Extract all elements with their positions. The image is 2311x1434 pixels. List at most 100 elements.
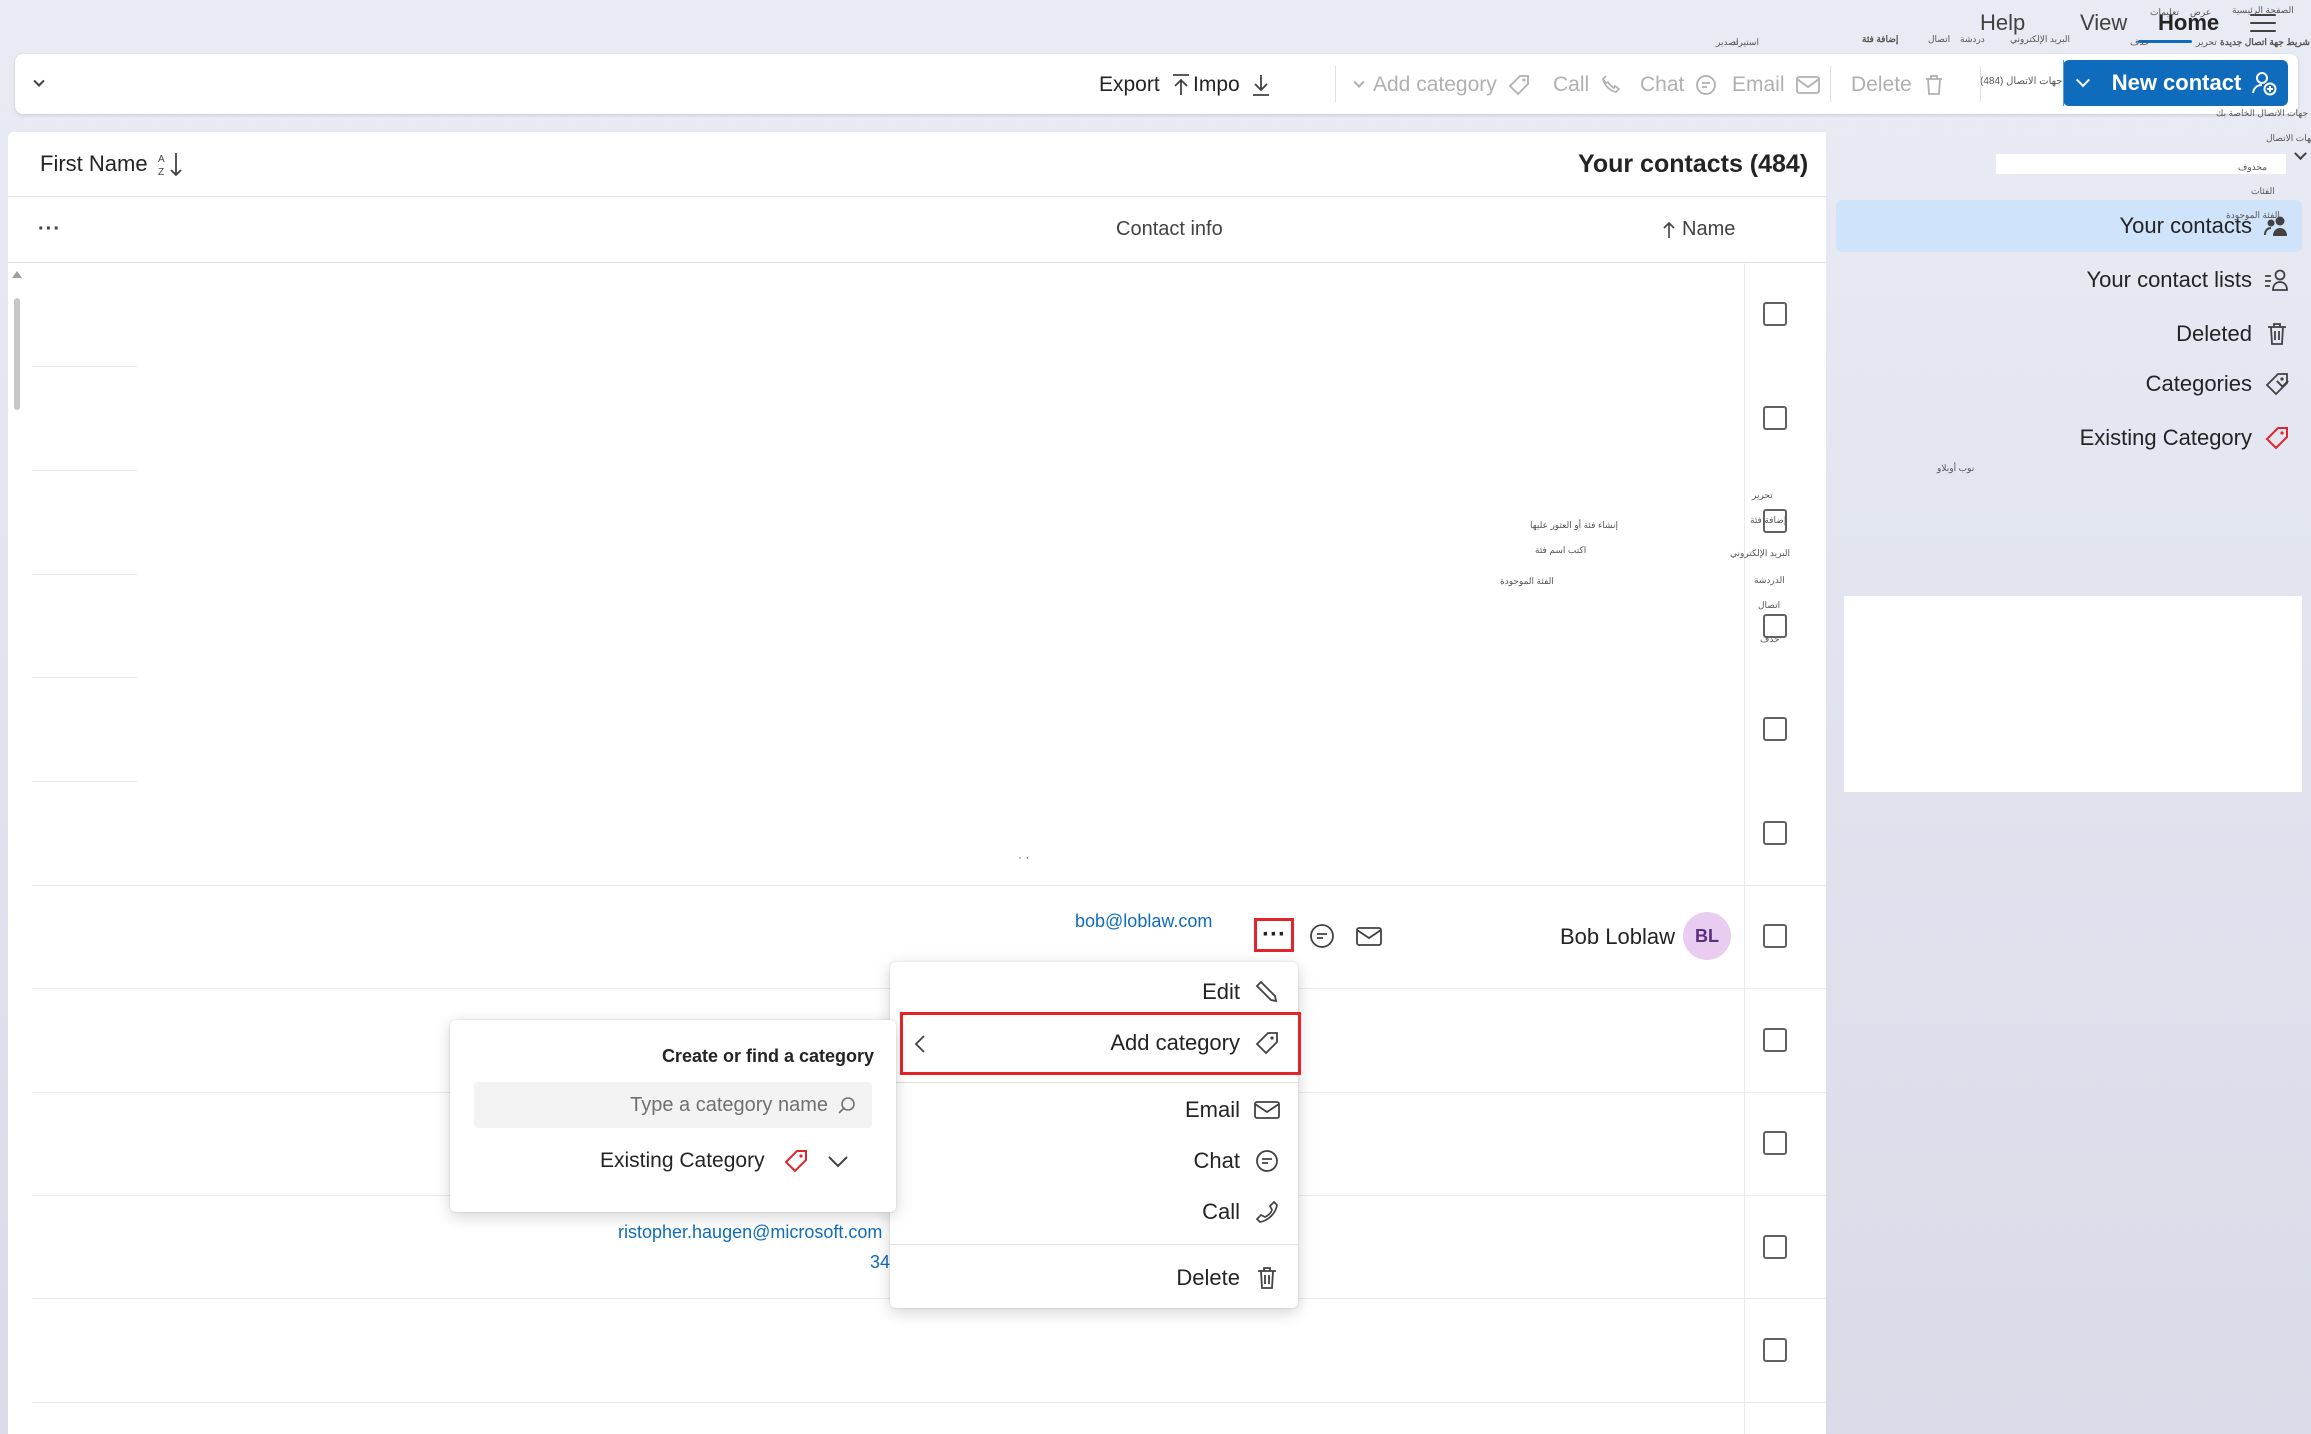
- scroll-up-arrow-icon[interactable]: [12, 271, 22, 278]
- row-checkbox[interactable]: [1763, 924, 1787, 948]
- existing-category-option[interactable]: Existing Category: [600, 1148, 849, 1174]
- arrow-up-icon: [1663, 221, 1675, 238]
- chevron-down-icon: [33, 75, 45, 87]
- contact-list-icon: [2265, 269, 2288, 291]
- category-submenu: Create or find a category Type a categor…: [450, 1020, 896, 1212]
- tab-view[interactable]: View: [2080, 10, 2127, 36]
- delete-button[interactable]: Delete: [1851, 70, 1946, 100]
- partial-number: 34: [870, 1252, 891, 1272]
- chat-button[interactable]: Chat: [1640, 70, 1718, 100]
- overlay-label: إضافة فئة: [1750, 515, 1787, 525]
- nav-item-your-contacts[interactable]: Your contacts: [1836, 200, 2302, 252]
- overlay-label: قوائم جهات الاتصال: [2266, 133, 2311, 143]
- overlay-label: اكتب اسم فئة: [1535, 545, 1587, 555]
- nav-item-existing-category[interactable]: Existing Category: [1836, 412, 2302, 464]
- row-divider: [32, 781, 137, 782]
- red-tag-icon: [784, 1150, 807, 1173]
- row-checkbox[interactable]: [1763, 1338, 1787, 1362]
- ribbon-collapse-toggle[interactable]: [33, 75, 45, 88]
- row-checkbox[interactable]: [1763, 1235, 1787, 1259]
- overlay-label: نوب أوبلاو: [1937, 463, 1975, 473]
- chat-label: Chat: [1640, 73, 1685, 96]
- menu-item-chat[interactable]: Chat: [1194, 1141, 1280, 1181]
- overlay-label: دردشة: [1960, 34, 1985, 44]
- svg-text:A: A: [158, 154, 165, 165]
- tab-help[interactable]: Help: [1980, 10, 2025, 36]
- more-options-button[interactable]: ···: [1254, 918, 1294, 952]
- overlay-label: عرض: [2190, 7, 2212, 17]
- new-contact-button[interactable]: New contact: [2063, 60, 2288, 106]
- sort-button[interactable]: First Name AZ: [40, 150, 184, 178]
- new-contact-dropdown[interactable]: [2063, 60, 2101, 106]
- import-button[interactable]: Impo: [1193, 70, 1272, 100]
- overlay-label: الفئة الموجودة: [1500, 576, 1554, 586]
- column-header-name[interactable]: Name: [1662, 218, 1735, 241]
- row-divider: [32, 366, 137, 367]
- nav-item-label: Your contact lists: [2086, 267, 2253, 292]
- add-category-highlight: [900, 1012, 1301, 1075]
- menu-item-label: Edit: [1202, 979, 1240, 1004]
- svg-text:Z: Z: [158, 167, 164, 178]
- row-checkbox[interactable]: [1763, 1131, 1787, 1155]
- overlay-label: الفئة الموجودة: [2226, 210, 2280, 220]
- contact-email-link[interactable]: bob@loblaw.com: [1075, 911, 1212, 932]
- menu-item-email[interactable]: Email: [1185, 1090, 1280, 1130]
- menu-item-call[interactable]: Call: [1202, 1192, 1280, 1232]
- search-placeholder: Type a category name: [630, 1093, 828, 1116]
- contact-name[interactable]: Bob Loblaw: [1560, 924, 1675, 950]
- phone-icon: [1255, 1200, 1278, 1223]
- overlay-label: محذوف: [2238, 162, 2268, 172]
- vertical-scrollbar[interactable]: [14, 298, 20, 410]
- menu-item-label: Chat: [1193, 1148, 1240, 1173]
- overlay-label: حذف: [1760, 634, 1780, 644]
- page-title: Your contacts (484): [1578, 150, 1809, 178]
- divider: [8, 262, 1826, 263]
- category-search-input[interactable]: Type a category name: [474, 1082, 872, 1128]
- nav-item-label: Existing Category: [2079, 425, 2252, 450]
- sort-label: First Name: [40, 151, 148, 176]
- nav-item-categories[interactable]: Categories: [1836, 358, 2302, 410]
- overlay-label: البريد الإلكتروني: [1730, 548, 1791, 558]
- chat-icon[interactable]: [1308, 922, 1336, 950]
- overlay-label: إنشاء فئة أو العثور عليها: [1530, 520, 1618, 530]
- overlay-label: الصفحة الرئيسية: [2232, 5, 2294, 15]
- nav-item-label: Deleted: [2176, 321, 2252, 346]
- row-checkbox[interactable]: [1763, 302, 1787, 326]
- nav-collapse-toggle[interactable]: [2294, 147, 2307, 161]
- divider: [8, 196, 1826, 197]
- call-button[interactable]: Call: [1553, 70, 1623, 100]
- row-checkbox[interactable]: [1763, 717, 1787, 741]
- overlay-label: حذف: [2130, 37, 2150, 47]
- add-category-button[interactable]: Add category: [1353, 70, 1531, 100]
- row-divider: [32, 574, 137, 575]
- delete-label: Delete: [1851, 73, 1912, 96]
- row-divider: [32, 677, 137, 678]
- mail-icon: [1795, 76, 1820, 94]
- row-checkbox[interactable]: [1763, 406, 1787, 430]
- chevron-down-icon: [2294, 147, 2307, 161]
- search-icon: [838, 1097, 855, 1114]
- row-checkbox[interactable]: [1763, 1028, 1787, 1052]
- partial-email-link[interactable]: ristopher.haugen@microsoft.com: [618, 1222, 882, 1243]
- column-header-label: Name: [1682, 218, 1736, 240]
- nav-item-your-contact-lists[interactable]: Your contact lists: [1836, 254, 2302, 306]
- avatar: BL: [1683, 912, 1731, 960]
- export-button[interactable]: Export: [1099, 70, 1192, 100]
- column-more-options[interactable]: ···: [38, 218, 61, 241]
- menu-item-edit[interactable]: Edit: [1202, 972, 1280, 1012]
- ribbon-toolbar: New contact جهات الاتصال (484) Delete Em…: [15, 54, 2298, 114]
- submenu-title: Create or find a category: [661, 1046, 874, 1066]
- chevron-down-icon: [2075, 73, 2090, 88]
- mail-icon[interactable]: [1355, 922, 1383, 950]
- row-checkbox[interactable]: [1763, 821, 1787, 845]
- nav-item-deleted[interactable]: Deleted: [1836, 308, 2302, 360]
- download-icon: [1252, 75, 1269, 96]
- menu-item-delete[interactable]: Delete: [1176, 1258, 1280, 1298]
- row-divider: [32, 1402, 1826, 1403]
- chevron-down-icon: [1353, 76, 1365, 88]
- categories-expand-toggle[interactable]: [2276, 375, 2289, 389]
- column-header-contact-info: Contact info: [1116, 218, 1223, 240]
- email-button[interactable]: Email: [1732, 70, 1821, 100]
- hamburger-menu-icon[interactable]: [2250, 14, 2276, 34]
- person-add-icon: [2252, 72, 2277, 96]
